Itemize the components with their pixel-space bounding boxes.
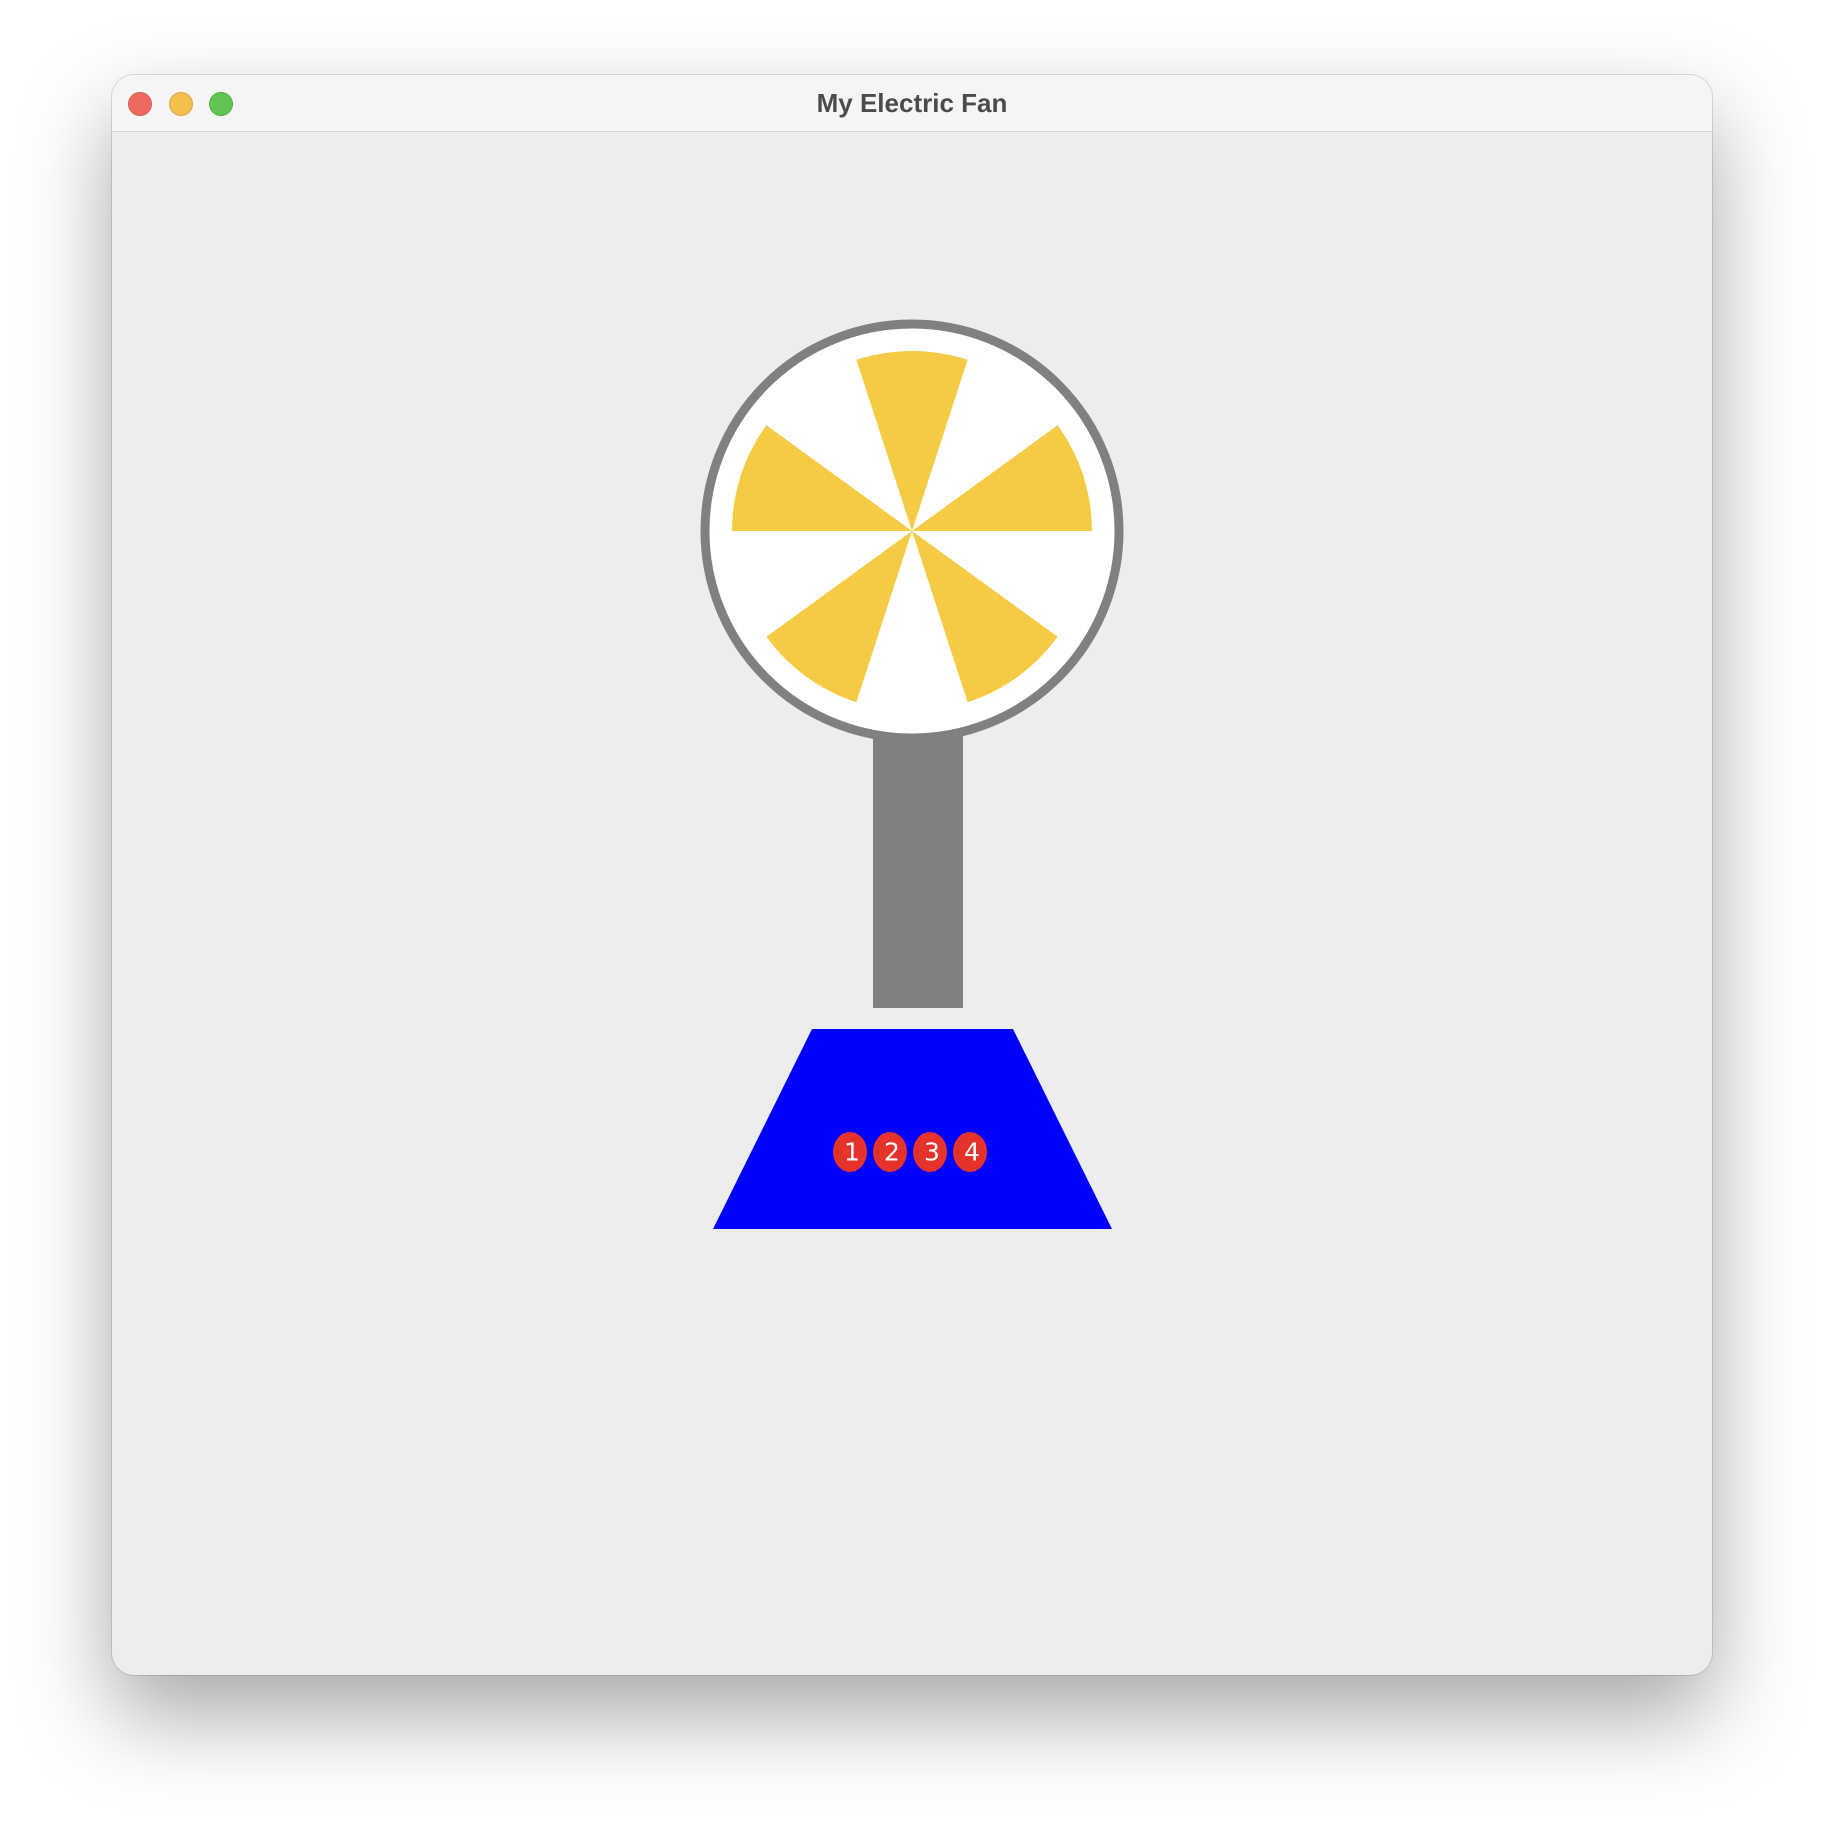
window-title: My Electric Fan (816, 88, 1008, 118)
speed-button-circle[interactable] (833, 1132, 867, 1172)
fan-drawing: 1234 (700, 319, 1124, 1229)
title-bar[interactable]: My Electric Fan (112, 75, 1712, 132)
speed-button-2[interactable]: 2 (873, 1132, 907, 1172)
fan-canvas: 1234 (112, 132, 1712, 1675)
app-window: My Electric Fan 1234 (112, 75, 1712, 1675)
fan-base (713, 1029, 1112, 1229)
speed-button-3[interactable]: 3 (913, 1132, 947, 1172)
fan-pole (873, 706, 963, 1008)
speed-button-circle[interactable] (953, 1132, 987, 1172)
speed-button-circle[interactable] (913, 1132, 947, 1172)
speed-button-1[interactable]: 1 (833, 1132, 867, 1172)
speed-button-4[interactable]: 4 (953, 1132, 987, 1172)
speed-button-circle[interactable] (873, 1132, 907, 1172)
